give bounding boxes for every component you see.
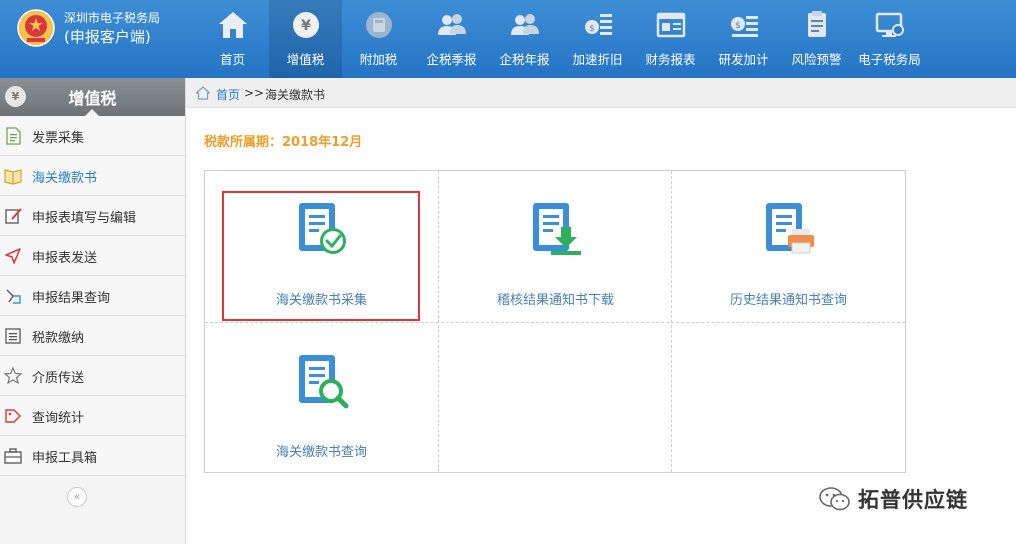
watermark-text: 拓普供应链 (858, 488, 968, 512)
document-icon (6, 127, 21, 145)
sidebar-item-label: 查询统计 (32, 411, 85, 426)
list-icon (5, 328, 21, 344)
breadcrumb-separator: >> (244, 86, 265, 100)
breadcrumb-home-link[interactable]: 首页 (216, 86, 240, 103)
sidebar-title: 增值税 (68, 89, 117, 108)
svg-text:¥: ¥ (301, 18, 311, 34)
users-icon (437, 14, 466, 35)
nav-label: 电子税务局 (858, 52, 921, 67)
sidebar: ¥ 增值税 发票采集 海关缴款书 申报表填写与编辑 申报表发送 申报结果查询 税… (0, 78, 186, 544)
card-audit-download[interactable]: 稽核结果通知书下载 (439, 171, 672, 321)
sidebar-item-form-edit[interactable]: 申报表填写与编辑 (0, 196, 185, 236)
nav-label: 附加税 (359, 52, 398, 67)
nav-item-surtax[interactable]: 附加税 (342, 0, 415, 78)
sidebar-item-tax-payment[interactable]: 税款缴纳 (0, 316, 185, 356)
sidebar-item-customs-payment[interactable]: 海关缴款书 (0, 156, 185, 196)
nav-item-etax[interactable]: 电子税务局 (853, 0, 926, 78)
nav-label: 风险预警 (791, 52, 842, 67)
top-header: 深圳市电子税务局 (申报客户端) 首页 ¥ 增值税 附加税 企税季报 企税年报 … (0, 0, 1016, 78)
card-customs-query[interactable]: 海关缴款书查询 (205, 323, 438, 473)
doc-print-icon (765, 203, 814, 254)
nav-item-annual[interactable]: 企税年报 (488, 0, 561, 78)
sidebar-item-label: 申报表填写与编辑 (32, 211, 137, 226)
home-icon (195, 86, 211, 100)
svg-text:$: $ (589, 24, 595, 34)
function-card-grid: 海关缴款书采集 稽核结果通知书下载 历史结果通知书查询 海关缴款书查询 (204, 170, 906, 473)
watermark: 拓普供应链 (818, 484, 968, 514)
nav-item-financial[interactable]: 财务报表 (634, 0, 707, 78)
sidebar-item-label: 税款缴纳 (32, 331, 85, 346)
sidebar-item-label: 海关缴款书 (32, 171, 98, 186)
sidebar-collapse-button[interactable]: « (67, 487, 87, 507)
nav-item-vat[interactable]: ¥ 增值税 (269, 0, 342, 78)
nav-label: 研发加计 (718, 52, 769, 67)
send-icon (5, 248, 21, 264)
report-icon (656, 12, 685, 38)
card-label: 海关缴款书查询 (275, 445, 367, 460)
card-label: 海关缴款书采集 (275, 293, 367, 308)
sidebar-item-invoice-collect[interactable]: 发票采集 (0, 116, 185, 156)
client-name: (申报客户端) (64, 28, 151, 46)
wechat-icon (819, 487, 850, 511)
tax-bureau-emblem-icon (17, 9, 55, 47)
users-icon (510, 14, 539, 35)
nav-label: 首页 (219, 52, 245, 67)
nav-label: 企税季报 (426, 52, 477, 67)
nav-item-depreciation[interactable]: $ 加速折旧 (561, 0, 634, 78)
nav-item-risk[interactable]: 风险预警 (780, 0, 853, 78)
sidebar-item-media-transfer[interactable]: 介质传送 (0, 356, 185, 396)
tag-icon (5, 409, 21, 423)
coin-stack-icon: $ (730, 16, 758, 37)
calculator-icon (365, 12, 392, 38)
card-label: 稽核结果通知书下载 (496, 293, 614, 308)
sidebar-item-label: 申报表发送 (32, 251, 98, 266)
sidebar-item-label: 介质传送 (32, 371, 85, 386)
breadcrumb-current: 海关缴款书 (265, 88, 326, 102)
nav-item-rnd[interactable]: $ 研发加计 (707, 0, 780, 78)
sidebar-item-toolbox[interactable]: 申报工具箱 (0, 436, 185, 476)
sidebar-item-label: 申报结果查询 (32, 291, 111, 306)
brand: 深圳市电子税务局 (申报客户端) (64, 10, 160, 48)
result-query-icon (6, 289, 21, 304)
svg-text:$: $ (735, 21, 741, 31)
edit-icon (5, 208, 22, 224)
tax-period-label: 税款所属期：2018年12月 (204, 135, 363, 150)
nav-label: 企税年报 (499, 52, 550, 67)
breadcrumb: 首页 >> 海关缴款书 (186, 78, 1016, 108)
main-nav: 首页 ¥ 增值税 附加税 企税季报 企税年报 $ 加速折旧 财务报表 $ 研发加… (196, 0, 926, 78)
coin-list-icon: $ (584, 14, 612, 35)
card-label: 历史结果通知书查询 (729, 293, 847, 308)
nav-label: 增值税 (286, 52, 325, 67)
nav-label: 财务报表 (645, 52, 696, 67)
nav-label: 加速折旧 (572, 52, 623, 67)
book-icon (4, 169, 22, 185)
sidebar-item-label: 发票采集 (32, 131, 85, 146)
org-name: 深圳市电子税务局 (64, 11, 161, 25)
monitor-icon (875, 12, 904, 37)
doc-check-icon (298, 203, 346, 254)
clipboard-icon (807, 11, 826, 37)
sidebar-item-query-stats[interactable]: 查询统计 (0, 396, 185, 436)
nav-item-home[interactable]: 首页 (196, 0, 269, 78)
sidebar-item-result-query[interactable]: 申报结果查询 (0, 276, 185, 316)
doc-download-icon (532, 203, 581, 255)
sidebar-header: ¥ 增值税 (0, 78, 185, 117)
card-customs-collect[interactable]: 海关缴款书采集 (205, 171, 438, 321)
sidebar-item-label: 申报工具箱 (32, 451, 98, 466)
yen-coin-icon: ¥ (292, 12, 319, 38)
nav-item-quarterly[interactable]: 企税季报 (415, 0, 488, 78)
home-icon (218, 12, 247, 38)
star-icon (3, 366, 23, 385)
sidebar-item-form-send[interactable]: 申报表发送 (0, 236, 185, 276)
toolbox-icon (4, 448, 22, 464)
doc-search-icon (298, 355, 348, 409)
card-history-query[interactable]: 历史结果通知书查询 (672, 171, 905, 321)
